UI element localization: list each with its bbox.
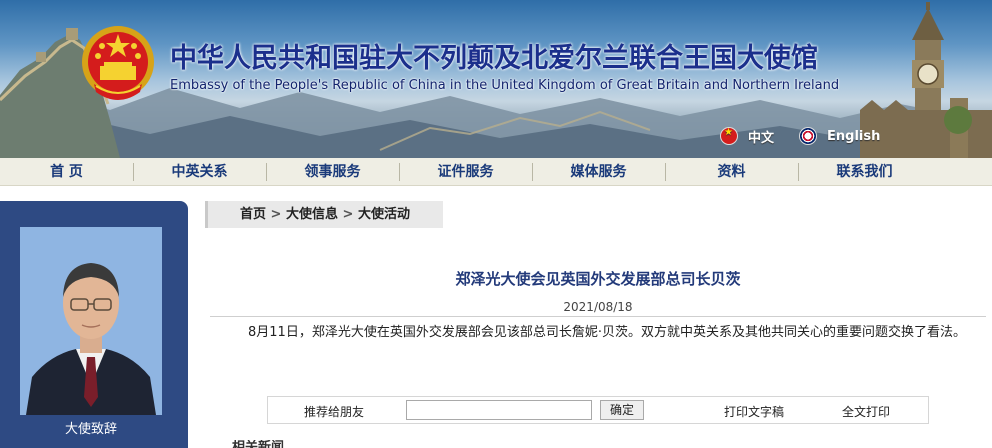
nav-item-contact-us[interactable]: 联系我们	[798, 158, 931, 186]
article-divider	[210, 316, 986, 317]
nav-item-document-services[interactable]: 证件服务	[399, 158, 532, 186]
language-chinese-link[interactable]: 中文	[720, 125, 774, 147]
print-full-link[interactable]: 全文打印	[842, 403, 890, 420]
header-banner: 中华人民共和国驻大不列颠及北爱尔兰联合王国大使馆 Embassy of the …	[0, 0, 992, 158]
breadcrumb: 首页 > 大使信息 > 大使活动	[205, 201, 443, 228]
ambassador-portrait	[20, 227, 162, 415]
article-title: 郑泽光大使会见英国外交发展部总司长贝茨	[455, 270, 741, 288]
ambassador-photo[interactable]	[20, 227, 162, 415]
breadcrumb-ambassador-activities[interactable]: 大使活动	[358, 207, 410, 222]
article-date: 2021/08/18	[563, 300, 633, 314]
language-english-label: English	[827, 128, 881, 144]
recommend-email-input[interactable]	[406, 400, 592, 420]
article-body: 8月11日，郑泽光大使在英国外交发展部会见该部总司长詹妮·贝茨。双方就中英关系及…	[248, 325, 966, 340]
national-emblem-icon	[82, 26, 154, 100]
confirm-button[interactable]: 确定	[600, 400, 644, 420]
share-toolbar: 推荐给朋友 确定 打印文字稿 全文打印	[267, 396, 929, 424]
language-chinese-label: 中文	[748, 130, 775, 146]
nav-item-media-services[interactable]: 媒体服务	[532, 158, 665, 186]
related-news-heading: 相关新闻	[232, 440, 285, 448]
main-nav: 首 页 中英关系 领事服务 证件服务 媒体服务 资料 联系我们	[0, 158, 992, 186]
nav-item-consular-services[interactable]: 领事服务	[266, 158, 399, 186]
nav-item-resources[interactable]: 资料	[665, 158, 798, 186]
nav-item-home[interactable]: 首 页	[0, 158, 133, 186]
embassy-title-chinese: 中华人民共和国驻大不列颠及北爱尔兰联合王国大使馆	[170, 43, 818, 74]
breadcrumb-separator: >	[270, 207, 282, 222]
uk-flag-icon	[799, 127, 817, 145]
print-text-link[interactable]: 打印文字稿	[724, 403, 784, 420]
breadcrumb-ambassador-info[interactable]: 大使信息	[286, 207, 338, 222]
breadcrumb-separator: >	[342, 207, 354, 222]
embassy-title-english: Embassy of the People's Republic of Chin…	[170, 78, 840, 93]
nav-item-china-uk-relations[interactable]: 中英关系	[133, 158, 266, 186]
breadcrumb-home[interactable]: 首页	[240, 207, 266, 222]
ambassador-speech-link[interactable]: 大使致辞	[20, 418, 162, 437]
china-flag-icon	[720, 127, 738, 145]
language-english-link[interactable]: English	[799, 125, 880, 147]
recommend-label: 推荐给朋友	[304, 405, 365, 419]
